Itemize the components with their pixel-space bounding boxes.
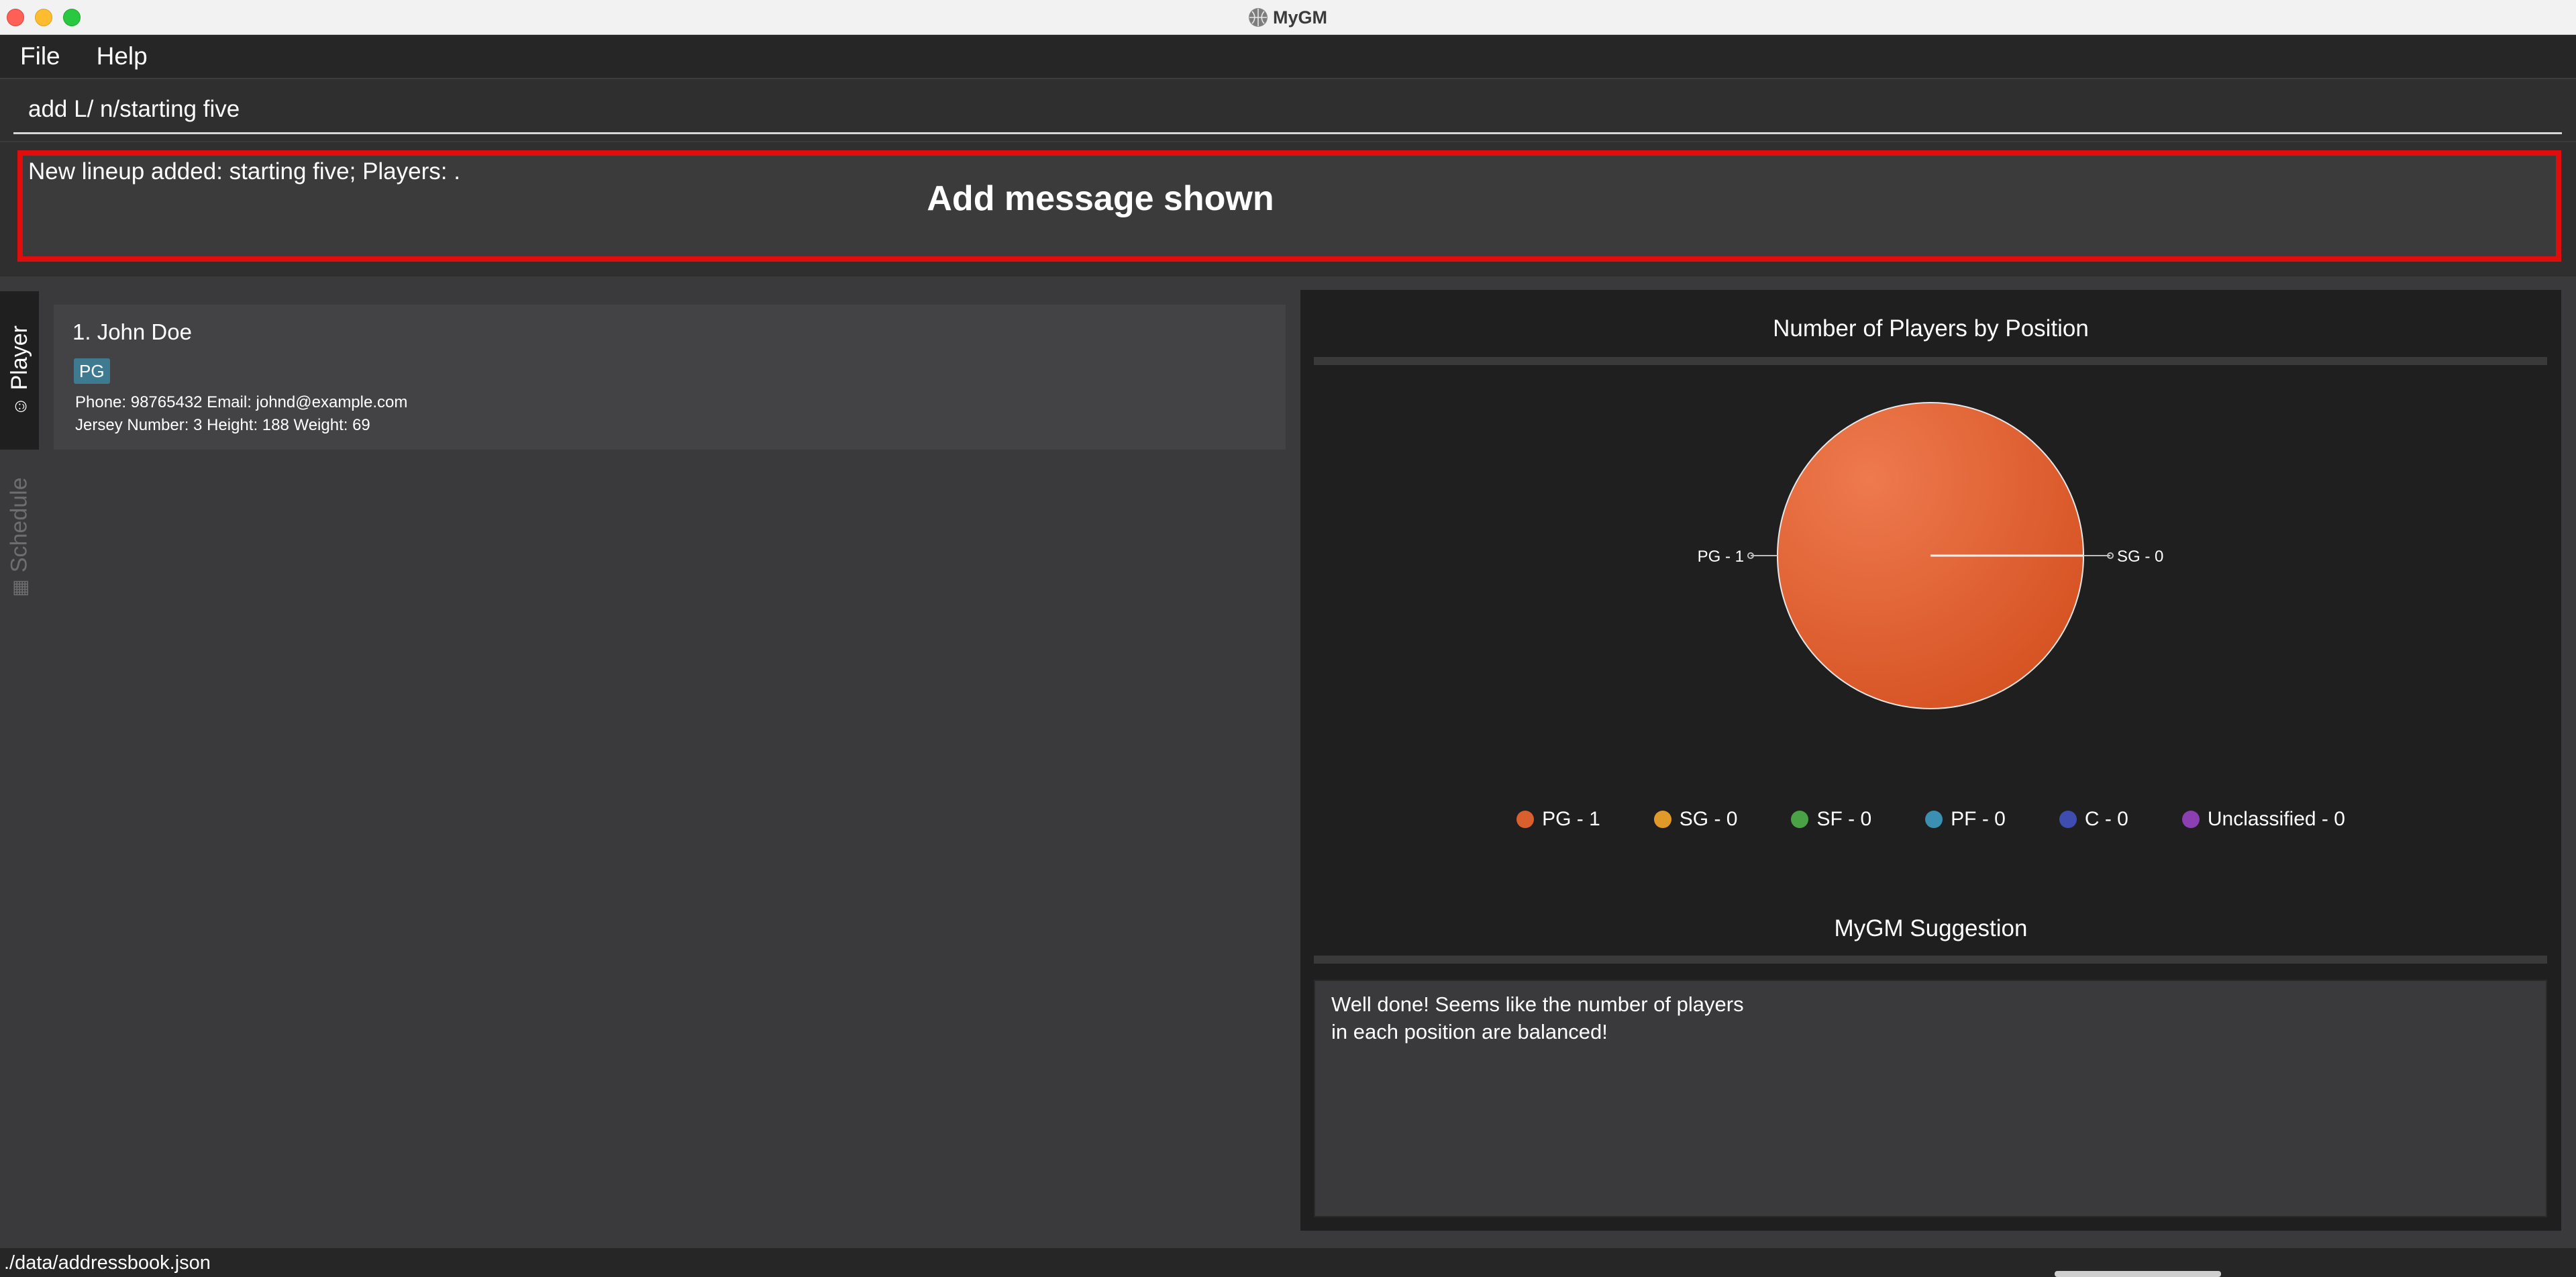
legend-dot	[1653, 811, 1671, 828]
tab-player-label: Player	[6, 325, 32, 390]
menu-help[interactable]: Help	[97, 42, 148, 70]
app-title-text: MyGM	[1273, 7, 1327, 28]
legend-dot	[2181, 811, 2200, 828]
menu-bar: File Help	[0, 35, 2576, 79]
chart-legend: PG - 1 SG - 0 SF - 0 PF - 0 C - 0 Unclas…	[1300, 803, 2561, 836]
smiley-icon: ☺	[9, 396, 30, 416]
position-pie-chart: PG - 1 SG - 0	[1698, 402, 2163, 709]
calendar-icon: ▦	[9, 578, 30, 597]
menu-file[interactable]: File	[20, 42, 60, 70]
legend-dot	[2059, 811, 2077, 828]
result-message: New lineup added: starting five; Players…	[28, 158, 460, 185]
pie-label-sg: SG - 0	[2117, 548, 2163, 566]
legend-dot	[1516, 811, 1535, 828]
legend-item-pg: PG - 1	[1516, 808, 1600, 831]
status-save-location: ./data/addressbook.json	[4, 1252, 211, 1274]
legend-dot	[1791, 811, 1809, 828]
legend-item-unclassified: Unclassified - 0	[2181, 808, 2345, 831]
legend-label: SG - 0	[1679, 808, 1738, 830]
chart-title: Number of Players by Position	[1773, 315, 2089, 342]
legend-label: PF - 0	[1951, 808, 2006, 830]
annotation-label: Add message shown	[927, 179, 1274, 218]
tab-player[interactable]: ☺ Player	[0, 291, 39, 450]
tab-schedule[interactable]: ▦ Schedule	[0, 463, 39, 611]
legend-item-pf: PF - 0	[1925, 808, 2006, 831]
suggestion-text: Well done! Seems like the number of play…	[1314, 980, 2547, 1217]
basketball-icon	[1249, 8, 1268, 27]
pie-label-pg: PG - 1	[1698, 548, 1744, 566]
command-input[interactable]	[13, 86, 2562, 134]
player-name: 1. John Doe	[72, 319, 192, 344]
suggestion-separator	[1314, 956, 2547, 964]
legend-item-c: C - 0	[2059, 808, 2128, 831]
legend-label: C - 0	[2084, 808, 2128, 830]
position-tag: PG	[74, 358, 110, 384]
player-contact: Phone: 98765432 Email: johnd@example.com	[75, 393, 408, 411]
legend-item-sg: SG - 0	[1653, 808, 1738, 831]
legend-label: SF - 0	[1816, 808, 1872, 830]
suggestion-title: MyGM Suggestion	[1834, 915, 2028, 941]
legend-dot	[1925, 811, 1943, 828]
legend-item-sf: SF - 0	[1791, 808, 1871, 831]
player-stats: Jersey Number: 3 Height: 188 Weight: 69	[75, 416, 370, 434]
legend-label: PG - 1	[1542, 808, 1600, 830]
horizontal-scrollbar[interactable]	[2055, 1271, 2221, 1277]
tab-schedule-label: Schedule	[6, 476, 32, 572]
window-title: MyGM	[0, 0, 2576, 35]
legend-label: Unclassified - 0	[2207, 808, 2345, 830]
chart-title-separator	[1314, 357, 2547, 365]
